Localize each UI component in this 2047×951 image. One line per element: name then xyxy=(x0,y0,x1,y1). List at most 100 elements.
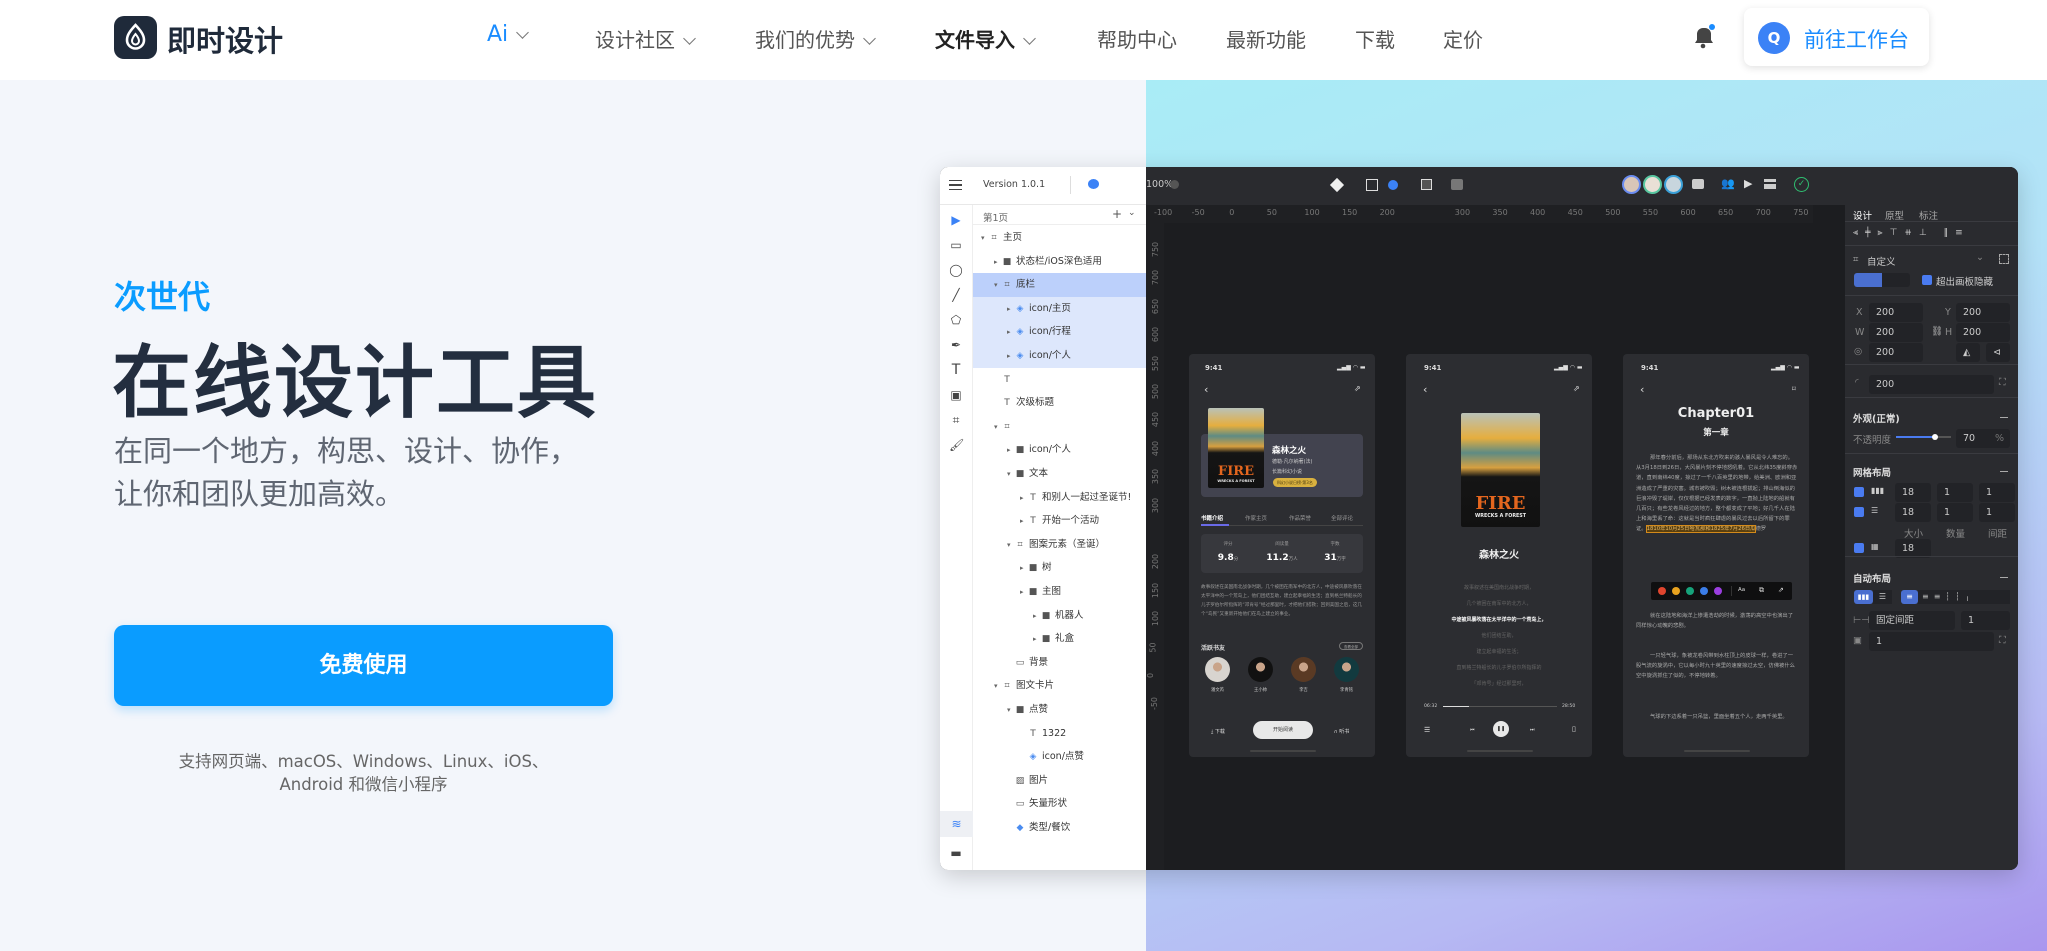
avatar[interactable] xyxy=(1248,657,1273,682)
alignment-buttons[interactable]: ≡≡┆┆╷ xyxy=(1918,590,2010,604)
layer-row[interactable]: ▾ ■ 点赞 xyxy=(973,698,1146,722)
grid-value-input[interactable]: 1 xyxy=(1979,483,2015,502)
flip-horizontal-button[interactable]: ◭ xyxy=(1956,343,1980,362)
book-tab[interactable]: 作家主页 xyxy=(1245,514,1267,522)
caret-icon[interactable]: ▾ xyxy=(1007,699,1015,723)
caret-icon[interactable]: ▸ xyxy=(1007,439,1015,463)
layer-row[interactable]: ▾ ⌗ 底栏 xyxy=(973,273,1146,297)
caret-icon[interactable]: ▸ xyxy=(1020,557,1028,581)
collaborator-avatar[interactable] xyxy=(1664,175,1683,194)
panel-tab[interactable]: 标注 xyxy=(1919,208,1938,222)
collapse-icon[interactable] xyxy=(2000,577,2008,578)
layer-row[interactable]: ▾ ■ 文本 xyxy=(973,462,1146,486)
copy-icon[interactable]: ⧉ xyxy=(1759,586,1764,595)
grid-enabled-checkbox[interactable] xyxy=(1854,507,1864,517)
vertical-direction-button[interactable]: ☰ xyxy=(1873,590,1892,604)
avatar[interactable] xyxy=(1205,657,1230,682)
listen-button[interactable]: ∩ 听书 xyxy=(1334,728,1349,735)
line-tool-icon[interactable]: ╱ xyxy=(949,288,963,302)
caret-icon[interactable]: ▾ xyxy=(981,227,989,251)
appearance-title[interactable]: 外观(正常) xyxy=(1853,411,1900,425)
padding-input[interactable]: 1 xyxy=(1869,632,1994,651)
independent-padding-icon[interactable]: ⛶ xyxy=(1999,635,2006,646)
layer-row[interactable]: ▸ ◈ icon/个人 xyxy=(973,344,1146,368)
play-icon[interactable]: ▶ xyxy=(1744,177,1752,190)
nav-item[interactable]: 我们的优势 xyxy=(755,24,876,53)
assets-icon[interactable]: ▬ xyxy=(949,846,963,860)
mask-icon[interactable] xyxy=(1421,179,1432,190)
highlight-color-swatch[interactable] xyxy=(1700,587,1708,595)
caret-icon[interactable]: ▸ xyxy=(1033,628,1041,652)
layer-row[interactable]: ▸ ■ icon/个人 xyxy=(973,438,1146,462)
layer-row[interactable]: ▭ 矢量形状 xyxy=(973,792,1146,816)
layer-row[interactable]: ▸ ■ 机器人 xyxy=(973,604,1146,628)
caret-icon[interactable]: ▸ xyxy=(1020,510,1028,534)
start-reading-button[interactable]: 开始阅读 xyxy=(1253,721,1313,739)
bookmark-icon[interactable]: ⌑ xyxy=(1792,385,1796,393)
caret-icon[interactable]: ▸ xyxy=(1007,345,1015,369)
progress-track[interactable] xyxy=(1443,706,1557,707)
frame-tool-icon[interactable]: ⌗ xyxy=(949,413,963,427)
book-icon[interactable]: ▯ xyxy=(1572,725,1576,733)
nav-item[interactable]: 帮助中心 xyxy=(1097,24,1177,53)
phone-audio-player[interactable]: 9:41 ▂▄▆ ◠ ▬ ‹ ⇗ FIRE WRECKS A FOREST 森林之… xyxy=(1406,354,1592,757)
portrait-toggle[interactable] xyxy=(1854,273,1882,287)
view-all-button[interactable]: 查看全部 xyxy=(1339,642,1363,650)
align-toolbar[interactable]: ⫷╪⫸⊤⧺⊥ ‖≡ xyxy=(1853,228,1970,238)
spacing-mode-select[interactable]: 固定间距 xyxy=(1869,611,1955,630)
layer-row[interactable]: ◈ icon/点赞 xyxy=(973,745,1146,769)
group-icon[interactable] xyxy=(1451,179,1463,190)
download-button[interactable]: ⤓ 下载 xyxy=(1211,728,1225,735)
layer-row[interactable]: ◆ 类型/餐饮 xyxy=(973,816,1146,840)
layer-row[interactable]: ▸ ■ 主图 xyxy=(973,580,1146,604)
frame-icon[interactable] xyxy=(1366,179,1378,191)
book-tab[interactable]: 作品荣誉 xyxy=(1289,514,1311,522)
landscape-toggle[interactable] xyxy=(1882,273,1910,287)
grid-value-input[interactable]: 1 xyxy=(1979,503,2015,522)
opacity-input[interactable]: 70% xyxy=(1956,429,2010,448)
grid-type-icon[interactable]: ▦ xyxy=(1871,542,1879,551)
text-tool-icon[interactable]: T xyxy=(949,363,963,377)
zoom-in-icon[interactable] xyxy=(1170,180,1179,189)
back-icon[interactable]: ‹ xyxy=(1640,383,1644,396)
ellipse-tool-icon[interactable]: ◯ xyxy=(949,263,963,277)
caret-icon[interactable]: ▾ xyxy=(994,416,1002,440)
x-input[interactable]: 200 xyxy=(1869,303,1923,322)
text-highlight[interactable]: 1810年10月25日哈瓦那和1825年7月26日瓜 xyxy=(1645,525,1757,534)
collapse-icon[interactable] xyxy=(2000,471,2008,472)
avatar[interactable] xyxy=(1291,657,1316,682)
layer-row[interactable]: ▸ ■ 礼盒 xyxy=(973,627,1146,651)
add-page-icon[interactable]: + xyxy=(1112,207,1122,221)
caret-icon[interactable]: ▾ xyxy=(994,675,1002,699)
layer-row[interactable]: ▸ T 开始一个活动 xyxy=(973,509,1146,533)
layer-row[interactable]: ▾ ⌗ 主页 xyxy=(973,226,1146,250)
caret-icon[interactable]: ▸ xyxy=(1020,487,1028,511)
menu-icon[interactable] xyxy=(949,180,962,190)
opacity-slider[interactable] xyxy=(1896,434,1951,440)
chevron-down-icon[interactable]: ⌄ xyxy=(1976,252,1984,263)
caret-icon[interactable]: ▾ xyxy=(1007,534,1015,558)
collaborator-avatar[interactable] xyxy=(1643,175,1662,194)
pen-tool-icon[interactable]: ✒ xyxy=(949,338,963,352)
logo-text[interactable]: 即时设计 xyxy=(167,18,283,60)
nav-item[interactable]: 文件导入 xyxy=(935,24,1036,53)
corner-radius-input[interactable]: 200 xyxy=(1869,375,1994,394)
nav-item[interactable]: 定价 xyxy=(1443,24,1483,53)
move-tool-icon[interactable]: ▶ xyxy=(949,213,963,227)
book-tab[interactable]: 书籍介绍 xyxy=(1201,514,1223,522)
avatar[interactable] xyxy=(1334,657,1359,682)
grid-enabled-checkbox[interactable] xyxy=(1854,487,1864,497)
font-button[interactable]: Aa xyxy=(1738,587,1745,593)
back-icon[interactable]: ‹ xyxy=(1423,383,1427,396)
back-icon[interactable]: ‹ xyxy=(1204,383,1208,396)
version-select[interactable]: Version 1.0.1 xyxy=(983,179,1045,190)
fit-frame-icon[interactable] xyxy=(1999,254,2009,264)
playlist-icon[interactable]: ☰ xyxy=(1424,726,1430,734)
align-left-button[interactable]: ≡ xyxy=(1901,590,1918,604)
grid-enabled-checkbox[interactable] xyxy=(1854,543,1864,553)
layer-row[interactable]: ▨ 图片 xyxy=(973,769,1146,793)
layer-row[interactable]: ▭ 背景 xyxy=(973,651,1146,675)
chevron-down-icon[interactable]: ⌄ xyxy=(1128,208,1136,218)
grid-value-input[interactable]: 18 xyxy=(1895,483,1931,502)
share-icon[interactable]: ⇗ xyxy=(1573,384,1580,393)
